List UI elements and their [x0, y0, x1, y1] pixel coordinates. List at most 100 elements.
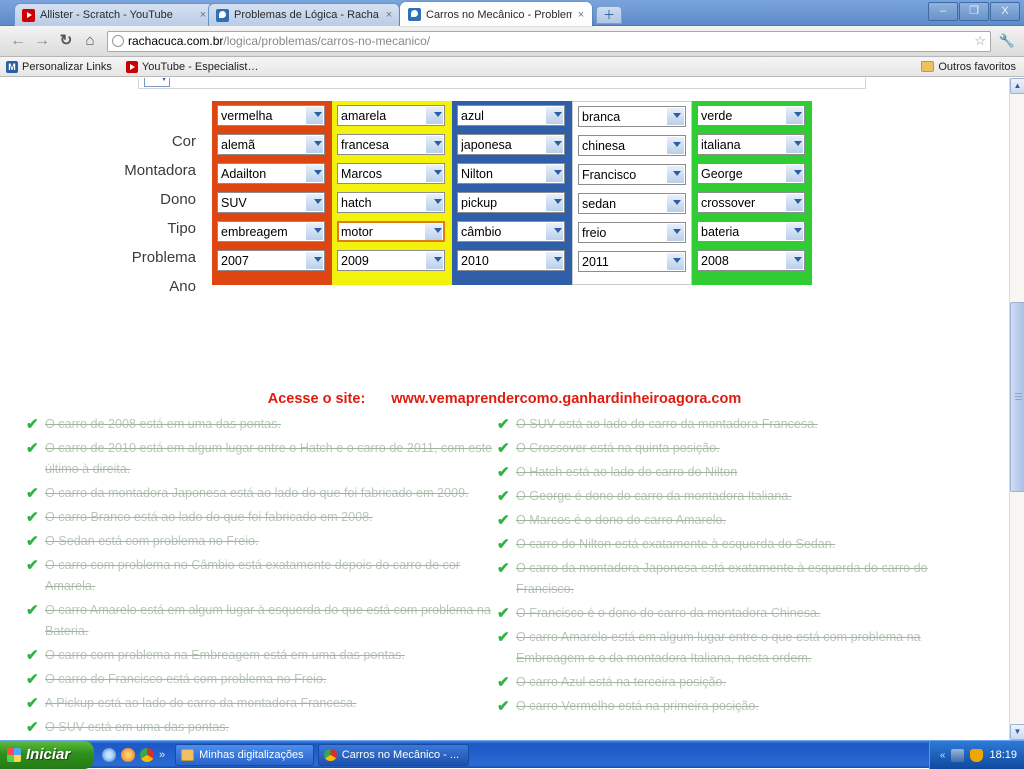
clue-item[interactable]: ✔O SUV está em uma das pontas.: [26, 717, 496, 738]
clue-item[interactable]: ✔O carro Amarelo está em algum lugar ent…: [497, 627, 987, 669]
clue-item[interactable]: ✔O carro de 2010 está em algum lugar ent…: [26, 438, 496, 480]
clue-item[interactable]: ✔O Francisco é o dono do carro da montad…: [497, 603, 987, 624]
select-carro-3-ano[interactable]: 2010: [457, 250, 565, 271]
home-icon[interactable]: ⌂: [78, 29, 102, 53]
scrollbar-grip: [1015, 393, 1022, 401]
select-carro-2-dono[interactable]: Marcos: [337, 163, 445, 184]
restore-button[interactable]: ❐: [959, 2, 989, 21]
clue-column-left: ✔O carro de 2008 está em uma das pontas.…: [26, 414, 496, 740]
select-carro-3-cor[interactable]: azul: [457, 105, 565, 126]
clue-item[interactable]: ✔O carro da montadora Japonesa está ao l…: [26, 483, 496, 504]
scroll-down-button[interactable]: ▼: [1010, 724, 1024, 740]
select-carro-2-ano[interactable]: 2009: [337, 250, 445, 271]
taskbar-button-minhas-digitalizacoes[interactable]: Minhas digitalizações: [175, 744, 314, 766]
clue-item[interactable]: ✔O carro Branco está ao lado do que foi …: [26, 507, 496, 528]
clue-item[interactable]: ✔O George é dono do carro da montadora I…: [497, 486, 987, 507]
select-carro-2-cor[interactable]: amarela: [337, 105, 445, 126]
select-carro-2-problema[interactable]: motor: [337, 221, 445, 242]
select-carro-5-cor[interactable]: verde: [697, 105, 805, 126]
clue-item[interactable]: ✔O carro Amarelo está em algum lugar à e…: [26, 600, 496, 642]
select-carro-3-tipo[interactable]: pickup: [457, 192, 565, 213]
select-carro-5-ano[interactable]: 2008: [697, 250, 805, 271]
network-icon[interactable]: [951, 749, 964, 762]
select-carro-1-problema[interactable]: embreagem: [217, 221, 325, 242]
select-carro-3-dono[interactable]: Nilton: [457, 163, 565, 184]
clue-item[interactable]: ✔O carro com problema no Câmbio está exa…: [26, 555, 496, 597]
taskbar-button-carros-no-mecanico[interactable]: Carros no Mecânico - ...: [318, 744, 469, 766]
select-carro-1-cor[interactable]: vermelha: [217, 105, 325, 126]
clue-item[interactable]: ✔O Hatch está ao lado do carro do Nilton: [497, 462, 987, 483]
forward-icon[interactable]: →: [30, 29, 54, 53]
address-bar[interactable]: rachacuca.com.br/logica/problemas/carros…: [107, 31, 991, 52]
select-carro-4-ano[interactable]: 2011: [578, 251, 686, 272]
browser-tab-2[interactable]: Problemas de Lógica - Racha C ×: [208, 3, 400, 26]
clue-item[interactable]: ✔O carro do Francisco está com problema …: [26, 669, 496, 690]
select-wrap: Francisco: [578, 164, 686, 185]
minimize-button[interactable]: –: [928, 2, 958, 21]
tray-expand-icon[interactable]: «: [940, 750, 946, 761]
select-wrap: italiana: [697, 134, 807, 155]
reload-icon[interactable]: ↻: [54, 29, 78, 53]
select-carro-4-dono[interactable]: Francisco: [578, 164, 686, 185]
select-carro-3-montadora[interactable]: japonesa: [457, 134, 565, 155]
m-favicon: M: [6, 61, 18, 73]
tab-close-icon[interactable]: ×: [383, 9, 395, 21]
page-scrollbar[interactable]: ▲ ▼: [1009, 78, 1024, 740]
check-icon: ✔: [26, 672, 41, 687]
clue-item[interactable]: ✔O carro do Nilton está exatamente à esq…: [497, 534, 987, 555]
rachacuca-favicon: [408, 8, 421, 21]
close-button[interactable]: X: [990, 2, 1020, 21]
rachacuca-favicon: [216, 9, 229, 22]
select-carro-4-tipo[interactable]: sedan: [578, 193, 686, 214]
clue-item[interactable]: ✔O carro com problema na Embreagem está …: [26, 645, 496, 666]
bookmark-star-icon[interactable]: ☆: [974, 33, 986, 49]
select-carro-2-montadora[interactable]: francesa: [337, 134, 445, 155]
scroll-up-button[interactable]: ▲: [1010, 78, 1024, 94]
clipped-select-top[interactable]: ▼: [144, 78, 170, 87]
select-carro-1-ano[interactable]: 2007: [217, 250, 325, 271]
select-carro-4-cor[interactable]: branca: [578, 106, 686, 127]
clue-item[interactable]: ✔O carro da montadora Japonesa está exat…: [497, 558, 987, 600]
security-shield-icon[interactable]: [970, 749, 983, 762]
select-carro-4-problema[interactable]: freio: [578, 222, 686, 243]
select-carro-1-dono[interactable]: Adailton: [217, 163, 325, 184]
check-icon: ✔: [26, 534, 41, 549]
bookmark-personalizar-links[interactable]: M Personalizar Links: [6, 61, 112, 73]
chrome-icon[interactable]: [140, 748, 154, 762]
clue-item[interactable]: ✔O Sedan está com problema no Freio.: [26, 531, 496, 552]
promo-url[interactable]: www.vemaprendercomo.ganhardinheiroagora.…: [391, 391, 741, 407]
select-carro-1-montadora[interactable]: alemã: [217, 134, 325, 155]
clue-item[interactable]: ✔O SUV está ao lado do carro da montador…: [497, 414, 987, 435]
select-carro-5-problema[interactable]: bateria: [697, 221, 805, 242]
start-button[interactable]: Iniciar: [0, 741, 94, 769]
page-info-icon[interactable]: [112, 35, 124, 47]
clue-item[interactable]: ✔A Pickup está ao lado do carro da monta…: [26, 693, 496, 714]
select-carro-5-montadora[interactable]: italiana: [697, 134, 805, 155]
select-wrap: azul: [457, 105, 567, 126]
clue-item[interactable]: ✔O Crossover está na quinta posição.: [497, 438, 987, 459]
quick-launch-overflow-icon[interactable]: »: [159, 749, 165, 761]
clue-item[interactable]: ✔O carro Vermelho está na primeira posiç…: [497, 696, 987, 717]
wrench-menu-icon[interactable]: 🔧: [996, 33, 1018, 49]
select-carro-3-problema[interactable]: câmbio: [457, 221, 565, 242]
firefox-icon[interactable]: [121, 748, 135, 762]
new-tab-button[interactable]: ＋: [596, 6, 622, 24]
bookmark-youtube[interactable]: YouTube - Especialist…: [126, 61, 259, 73]
select-carro-5-dono[interactable]: George: [697, 163, 805, 184]
select-carro-4-montadora[interactable]: chinesa: [578, 135, 686, 156]
other-bookmarks-button[interactable]: Outros favoritos: [921, 61, 1016, 73]
clue-item[interactable]: ✔O carro Azul está na terceira posição.: [497, 672, 987, 693]
internet-explorer-icon[interactable]: [102, 748, 116, 762]
scrollbar-thumb[interactable]: [1010, 302, 1024, 492]
select-carro-1-tipo[interactable]: SUV: [217, 192, 325, 213]
tab-close-icon[interactable]: ×: [575, 9, 587, 21]
back-icon[interactable]: ←: [6, 29, 30, 53]
select-carro-5-tipo[interactable]: crossover: [697, 192, 805, 213]
browser-tab-3[interactable]: Carros no Mecânico - Problema ×: [400, 2, 592, 26]
taskbar-clock[interactable]: 18:19: [989, 749, 1017, 761]
select-carro-2-tipo[interactable]: hatch: [337, 192, 445, 213]
clue-item[interactable]: ✔O carro de 2008 está em uma das pontas.: [26, 414, 496, 435]
folder-icon: [921, 61, 934, 72]
clue-item[interactable]: ✔O Marcos é o dono do carro Amarelo.: [497, 510, 987, 531]
browser-tab-1[interactable]: Allister - Scratch - YouTube ×: [14, 3, 214, 26]
